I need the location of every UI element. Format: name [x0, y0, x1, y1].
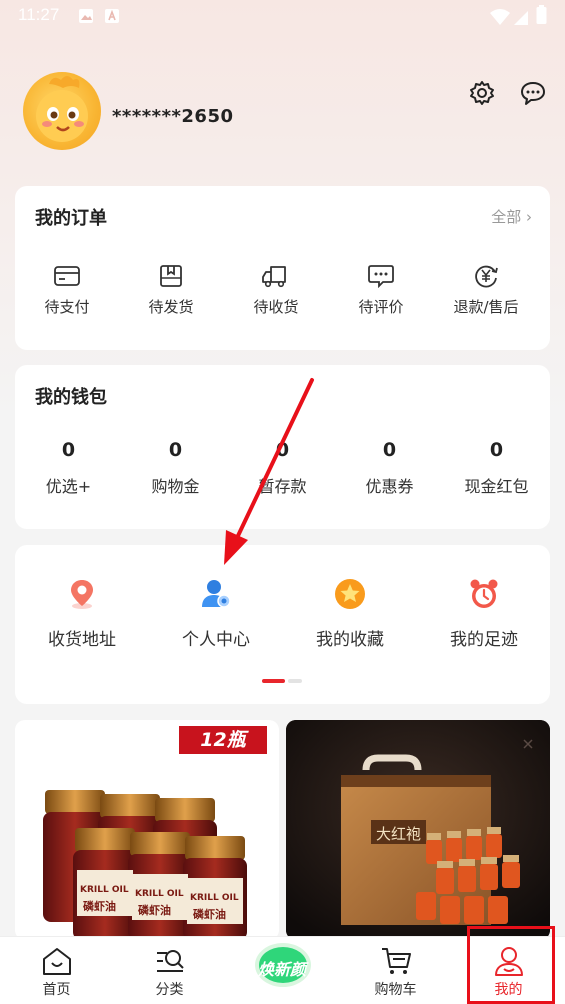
- product-card-krill-oil[interactable]: 12瓶 KRILL OIL 磷虾油 KRILL OIL 磷虾油 KRILL OI…: [15, 720, 279, 940]
- orders-card: 我的订单 全部 › 待支付 待发货 待收货 待评价 退款/售后: [15, 186, 550, 350]
- wallet-card-icon: [54, 266, 80, 286]
- order-refund-aftersale[interactable]: 退款/售后: [436, 264, 536, 317]
- bottle-label-en-2: KRILL OIL: [135, 889, 184, 899]
- bottle-label-cn: 磷虾油: [83, 900, 116, 913]
- service-my-footprints[interactable]: 我的足迹: [417, 577, 551, 650]
- app-notification-icon: [105, 9, 119, 23]
- wallet-youxuan[interactable]: 0 优选+: [15, 439, 122, 497]
- refund-yen-icon: [475, 265, 498, 288]
- bottle-label-cn-2: 磷虾油: [138, 904, 171, 917]
- message-bubble-icon[interactable]: [520, 80, 546, 106]
- page-indicator: [262, 679, 304, 683]
- tab-home[interactable]: 首页: [0, 937, 113, 1004]
- tab-cart[interactable]: 购物车: [339, 937, 452, 1004]
- signal-icon: [514, 11, 528, 25]
- tab-promo[interactable]: 焕新颜: [226, 937, 339, 1004]
- tea-box-label: 大红袍: [376, 825, 422, 843]
- page-indicator-inactive: [288, 679, 302, 683]
- package-box-icon: [160, 265, 182, 287]
- quantity-badge: 12瓶: [179, 726, 267, 754]
- wallet-deposit[interactable]: 0 暂存款: [229, 439, 336, 497]
- wallet-cash-red-packet[interactable]: 0 现金红包: [443, 439, 550, 497]
- status-bar: 11:27: [0, 0, 565, 34]
- services-card: 收货地址 个人中心 我的收藏 我的足迹: [15, 545, 550, 704]
- delivery-truck-icon: [262, 266, 286, 288]
- cart-icon: [381, 948, 411, 974]
- mascot-avatar-icon: [36, 76, 88, 142]
- comment-bubble-icon: [368, 265, 394, 288]
- order-pending-payment[interactable]: 待支付: [17, 264, 117, 317]
- settings-gear-icon[interactable]: [469, 80, 495, 106]
- wallet-shopping-gold[interactable]: 0 购物金: [122, 439, 229, 497]
- avatar[interactable]: [23, 72, 101, 150]
- close-icon[interactable]: [522, 738, 534, 750]
- order-pending-receipt[interactable]: 待收货: [226, 264, 326, 317]
- service-personal-center[interactable]: 个人中心: [149, 577, 283, 650]
- order-pending-review[interactable]: 待评价: [331, 264, 431, 317]
- highlight-annotation-box: [467, 926, 555, 1004]
- promo-logo-text: 焕新颜: [258, 960, 307, 979]
- bottle-label-en: KRILL OIL: [80, 885, 129, 895]
- image-notification-icon: [79, 9, 93, 23]
- alarm-clock-icon: [470, 579, 498, 608]
- battery-icon: [536, 5, 547, 24]
- order-pending-shipment[interactable]: 待发货: [121, 264, 221, 317]
- bottle-label-cn-3: 磷虾油: [193, 908, 226, 921]
- bottle-label-en-3: KRILL OIL: [190, 893, 239, 903]
- user-profile-icon: [202, 580, 231, 608]
- wallet-card: 我的钱包 0 优选+ 0 购物金 0 暂存款 0 优惠券 0 现金红包: [15, 365, 550, 529]
- wifi-icon: [490, 9, 510, 25]
- status-time: 11:27: [18, 5, 60, 24]
- category-search-icon: [156, 950, 184, 972]
- all-orders-link[interactable]: 全部 ›: [491, 206, 532, 227]
- username: *******2650: [112, 106, 234, 127]
- wallet-title: 我的钱包: [35, 387, 107, 408]
- orders-title: 我的订单: [35, 208, 107, 229]
- tab-category[interactable]: 分类: [113, 937, 226, 1004]
- page-indicator-active: [262, 679, 285, 683]
- service-shipping-address[interactable]: 收货地址: [15, 577, 149, 650]
- location-pin-icon: [71, 580, 93, 609]
- product-card-dahongpao-tea[interactable]: 大红袍: [286, 720, 550, 940]
- home-icon: [42, 948, 71, 975]
- service-my-favorites[interactable]: 我的收藏: [283, 577, 417, 650]
- wallet-coupons[interactable]: 0 优惠券: [336, 439, 443, 497]
- star-favorite-icon: [335, 579, 365, 609]
